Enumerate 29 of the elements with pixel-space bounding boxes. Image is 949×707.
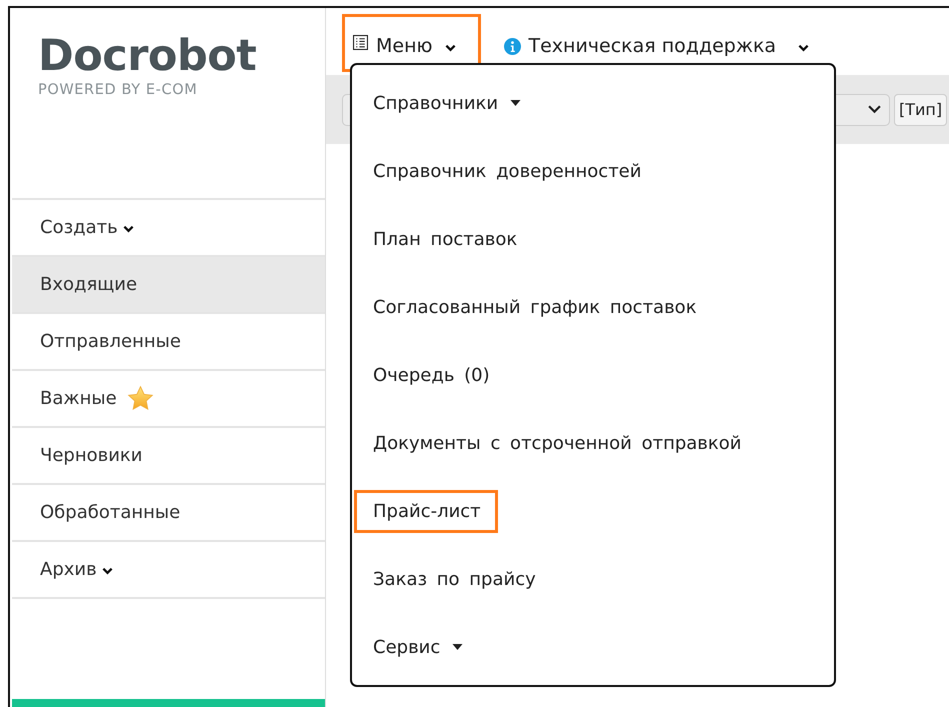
sidebar-item[interactable]: Черновики [12,428,325,485]
chevron-icon [122,225,134,233]
type-button[interactable]: [Тип] [894,94,948,126]
menu-item[interactable]: Согласованный график поставок [354,286,714,328]
sidebar-item[interactable]: Отправленные [12,314,325,371]
star-icon [126,385,154,412]
sidebar-item[interactable]: Архив [12,542,325,599]
menu-item[interactable]: Прайс-лист [354,490,498,532]
sidebar-item[interactable]: Входящие [12,257,325,314]
chevron-icon [868,105,881,114]
list-icon [353,34,368,50]
caret-icon [452,644,464,650]
menu-item[interactable]: Документы с отсроченной отправкой [354,422,758,464]
logo-tagline: POWERED BY E-COM [38,82,198,98]
caret-icon [510,100,522,106]
chevron-icon [102,567,113,575]
menu-item[interactable]: Справочники [354,82,538,124]
menu-item[interactable]: План поставок [354,218,534,260]
menu-item[interactable]: Заказ по прайсу [354,558,553,600]
chevron-icon [798,44,810,52]
logo-wordmark: Docrobot [38,31,256,81]
sidebar-item[interactable]: Обработанные [12,485,325,542]
menu-item[interactable]: Очередь (0) [354,354,507,396]
menu-item[interactable]: Сервис [354,626,480,668]
chevron-icon [444,44,456,52]
nav-menu-item[interactable]: Техническая поддержка [492,14,834,72]
sidebar-item[interactable]: Важные [12,371,325,428]
info-icon [504,38,520,54]
menu-item[interactable]: Справочник доверенностей [354,150,658,192]
